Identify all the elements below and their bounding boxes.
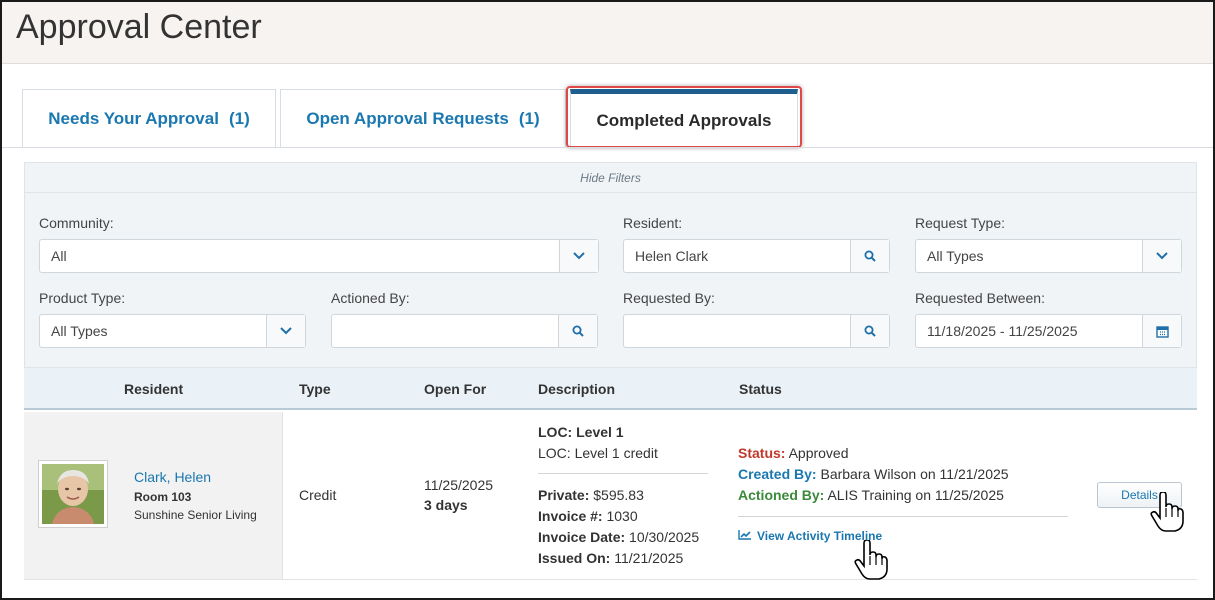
private-amount: Private: $595.83 [538, 487, 644, 503]
request-type-label: Request Type: [915, 215, 1006, 231]
avatar [38, 460, 108, 528]
status-line: Status: Approved [738, 445, 849, 461]
invoice-date-value: 10/30/2025 [629, 529, 700, 545]
timeline-link-label: View Activity Timeline [757, 529, 883, 543]
requested-by-input[interactable] [623, 314, 890, 348]
invoice-label: Invoice #: [538, 508, 603, 524]
community-value: All [51, 248, 67, 264]
open-date: 11/25/2025 [424, 477, 494, 493]
created-by-line: Created By: Barbara Wilson on 11/21/2025 [738, 466, 1009, 482]
product-type-label: Product Type: [39, 290, 126, 306]
status-value: Approved [788, 445, 849, 461]
community-label: Community: [39, 215, 114, 231]
requested-between-label: Requested Between: [915, 290, 1045, 306]
tab-needs-your-approval[interactable]: Needs Your Approval (1) [22, 89, 276, 147]
loc-detail: LOC: Level 1 credit [538, 445, 658, 461]
table-row: Clark, Helen Room 103 Sunshine Senior Li… [24, 412, 1197, 580]
request-type-select[interactable]: All Types [915, 239, 1182, 273]
search-icon[interactable] [850, 240, 889, 272]
tab-label: Needs Your Approval [48, 108, 219, 128]
resident-label: Resident: [623, 215, 683, 231]
actioned-by-input[interactable] [331, 314, 598, 348]
invoice-date-label: Invoice Date: [538, 529, 626, 545]
request-type-value: All Types [927, 248, 984, 264]
status-divider [738, 516, 1068, 517]
column-header-type[interactable]: Type [299, 368, 331, 410]
view-activity-timeline-link[interactable]: View Activity Timeline [738, 529, 882, 543]
resident-input[interactable]: Helen Clark [623, 239, 890, 273]
tab-open-approval-requests[interactable]: Open Approval Requests (1) [280, 89, 566, 147]
tab-completed-approvals[interactable]: Completed Approvals [570, 89, 798, 147]
details-button[interactable]: Details [1097, 482, 1182, 508]
column-header-resident[interactable]: Resident [124, 368, 183, 410]
chevron-down-icon[interactable] [559, 240, 598, 272]
column-header-open-for[interactable]: Open For [424, 368, 486, 410]
requested-between-value: 11/18/2025 - 11/25/2025 [927, 323, 1078, 339]
requested-by-label: Requested By: [623, 290, 715, 306]
loc-title: LOC: Level 1 [538, 424, 624, 440]
requested-between-input[interactable]: 11/18/2025 - 11/25/2025 [915, 314, 1182, 348]
issued-label: Issued On: [538, 550, 611, 566]
filters-panel: Hide Filters Community: All Resident: He… [24, 162, 1197, 368]
resident-room: Room 103 [134, 490, 192, 504]
type-cell: Credit [299, 487, 337, 503]
chevron-down-icon[interactable] [266, 315, 305, 347]
invoice-date: Invoice Date: 10/30/2025 [538, 529, 699, 545]
tab-label: Open Approval Requests [306, 108, 509, 128]
actioned-by-label: Actioned By: [331, 290, 410, 306]
resident-value: Helen Clark [635, 248, 709, 264]
private-value: $595.83 [593, 487, 644, 503]
table-header: Resident Type Open For Description Statu… [24, 368, 1197, 410]
tab-count: (1) [518, 108, 540, 128]
hide-filters-toggle[interactable]: Hide Filters [25, 163, 1196, 193]
invoice-value: 1030 [606, 508, 638, 524]
tab-count: (1) [228, 108, 250, 128]
column-header-status[interactable]: Status [739, 368, 782, 410]
status-label: Status: [738, 445, 786, 461]
description-divider [538, 473, 708, 474]
actioned-by-value: ALIS Training on 11/25/2025 [827, 487, 1004, 503]
tab-label: Completed Approvals [596, 110, 772, 130]
tab-divider [2, 147, 1213, 148]
open-duration: 3 days [424, 497, 468, 513]
search-icon[interactable] [558, 315, 597, 347]
search-icon[interactable] [850, 315, 889, 347]
column-header-description[interactable]: Description [538, 368, 615, 410]
calendar-icon[interactable] [1142, 315, 1181, 347]
private-label: Private: [538, 487, 590, 503]
created-by-label: Created By: [738, 466, 817, 482]
product-type-select[interactable]: All Types [39, 314, 306, 348]
resident-cell: Clark, Helen Room 103 Sunshine Senior Li… [24, 412, 283, 579]
page-title: Approval Center [16, 8, 262, 46]
resident-name-link[interactable]: Clark, Helen [134, 469, 211, 485]
created-by-value: Barbara Wilson on 11/21/2025 [820, 466, 1009, 482]
chevron-down-icon[interactable] [1142, 240, 1181, 272]
resident-community: Sunshine Senior Living [134, 508, 257, 522]
product-type-value: All Types [51, 323, 108, 339]
community-select[interactable]: All [39, 239, 599, 273]
app-window: Approval Center Needs Your Approval (1) … [0, 0, 1215, 600]
invoice-number: Invoice #: 1030 [538, 508, 638, 524]
page-header: Approval Center [2, 2, 1213, 64]
actioned-by-line: Actioned By: ALIS Training on 11/25/2025 [738, 487, 1004, 503]
issued-on: Issued On: 11/21/2025 [538, 550, 683, 566]
chart-line-icon [738, 529, 752, 543]
issued-value: 11/21/2025 [614, 550, 684, 566]
actioned-by-label: Actioned By: [738, 487, 825, 503]
